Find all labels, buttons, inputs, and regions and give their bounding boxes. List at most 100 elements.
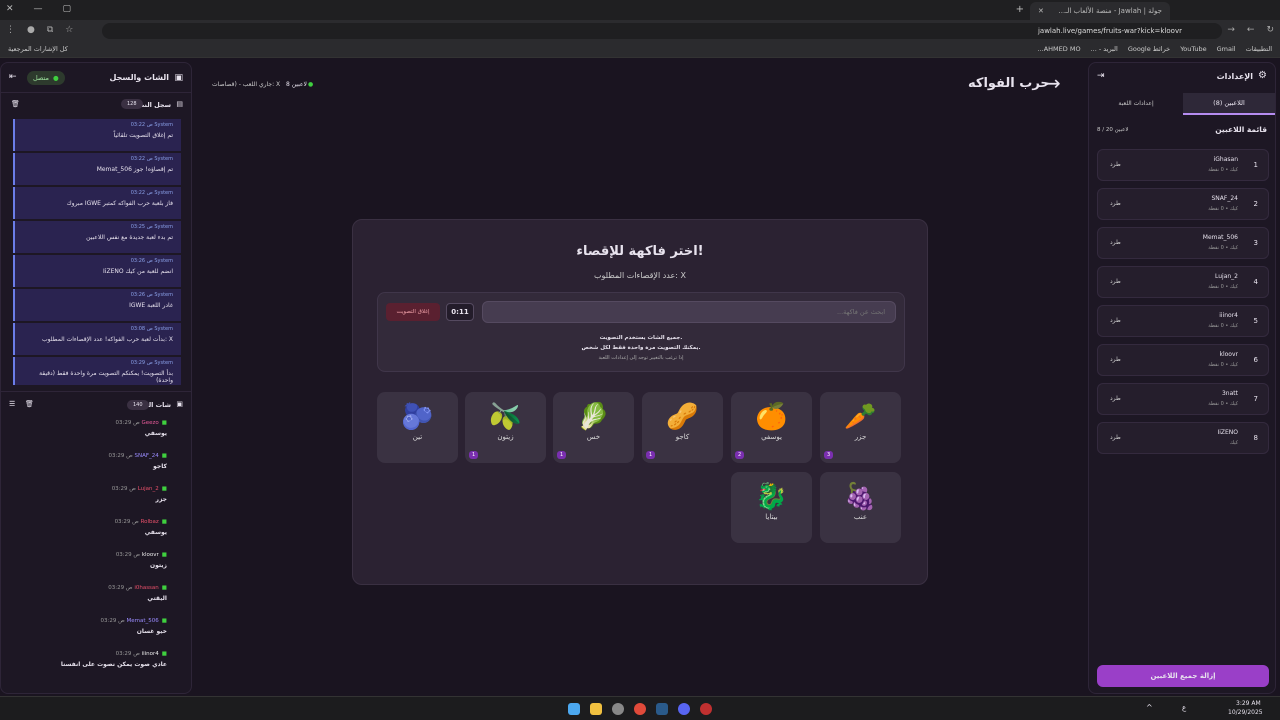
vote-note-2: يمكنك التصويت مرة واحدة فقط لكل شخص.	[581, 345, 701, 351]
bookmark-item[interactable]: Gmail	[1217, 45, 1236, 53]
reload-icon[interactable]: ↻	[1266, 25, 1274, 35]
windows-start-icon[interactable]	[568, 703, 580, 715]
kick-player-button[interactable]: طرد	[1110, 434, 1121, 441]
fruit-card[interactable]: 🫒 زيتون 1	[465, 392, 546, 463]
tab-close-icon[interactable]: ✕	[1038, 7, 1044, 15]
kick-player-button[interactable]: طرد	[1110, 239, 1121, 246]
discord-icon[interactable]	[678, 703, 690, 715]
kick-player-button[interactable]: طرد	[1110, 278, 1121, 285]
bookmark-item[interactable]: البريد - ...	[1091, 45, 1118, 53]
fruit-card[interactable]: 🥜 كاجو 1	[642, 392, 723, 463]
game-status: جاري اللعب - (قصاصات: X	[212, 81, 281, 88]
close-vote-button[interactable]: إغلاق التصويت	[386, 303, 440, 321]
trash-icon[interactable]: 🗑	[25, 400, 34, 408]
tab-players[interactable]: اللاعبين (8)	[1183, 93, 1275, 115]
tray-chevron-icon[interactable]: ^	[1146, 703, 1153, 712]
app-icon[interactable]	[700, 703, 712, 715]
kick-player-button[interactable]: طرد	[1110, 395, 1121, 402]
sidebar-toggle-icon[interactable]: ⇥	[1097, 71, 1105, 81]
vote-count-badge: 3	[824, 451, 834, 459]
forward-icon[interactable]: ←	[1247, 25, 1255, 35]
fruit-icon: 🍇	[844, 482, 877, 512]
fruit-label: بيتايا	[765, 513, 778, 521]
restore-icon[interactable]: ▢	[63, 4, 72, 14]
extensions-icon[interactable]: ⧉	[47, 25, 53, 35]
log-icon: ▤	[176, 100, 183, 108]
all-bookmarks[interactable]: كل الإشارات المرجعية	[8, 45, 68, 53]
kick-player-button[interactable]: طرد	[1110, 200, 1121, 207]
menu-icon[interactable]: ⋮	[6, 25, 15, 35]
address-bar[interactable]: jawlah.live/games/fruits-war?kick=kloovr	[102, 23, 1222, 39]
kick-icon: ■	[161, 651, 167, 657]
chat-icon: ▣	[174, 73, 183, 83]
kick-icon: ■	[161, 552, 167, 558]
remove-all-players-button[interactable]: إزالة جميع اللاعبين	[1097, 665, 1269, 687]
fruit-card[interactable]: 🍊 يوسفي 2	[731, 392, 812, 463]
bookmark-item[interactable]: AHMED MO...	[1038, 45, 1081, 53]
minimize-icon[interactable]: —	[34, 4, 43, 14]
browser-tab[interactable]: جولة | Jawlah - منصة الألعاب الـ... ✕	[1030, 2, 1170, 20]
kick-icon: ■	[161, 585, 167, 591]
chat-message: 03:29 ص kloovr ■ زيتون	[0, 549, 179, 582]
player-row: 8 IiZENO كيك طرد	[1097, 422, 1269, 454]
collapse-icon[interactable]: ⇤	[9, 72, 17, 82]
log-meta: 03:08 ص System	[130, 326, 173, 332]
fruit-card[interactable]: 🍇 عنب	[820, 472, 901, 543]
fruit-icon: 🥬	[577, 402, 610, 432]
fruit-icon: 🫒	[489, 402, 522, 432]
fruit-card[interactable]: 🫐 تين	[377, 392, 458, 463]
steam-icon[interactable]	[656, 703, 668, 715]
bookmark-item[interactable]: YouTube	[1180, 45, 1206, 53]
tab-game-settings[interactable]: إعدادات اللعبة	[1089, 93, 1183, 115]
chrome-icon[interactable]	[634, 703, 646, 715]
log-meta: 03:25 ص System	[130, 224, 173, 230]
fruit-search-input[interactable]	[482, 301, 896, 323]
kick-player-button[interactable]: طرد	[1110, 161, 1121, 168]
kick-player-button[interactable]: طرد	[1110, 356, 1121, 363]
vote-count-badge: 1	[557, 451, 567, 459]
close-window-icon[interactable]: ✕	[6, 4, 14, 14]
star-icon[interactable]: ☆	[65, 25, 73, 35]
live-chat: 03:29 ص Geezo ■ يوسفي 03:29 ص SNAF_24 ■ كاجو 0…	[1, 417, 191, 681]
vote-count-badge: 2	[735, 451, 745, 459]
browser-tabstrip: ✕ — ▢ + جولة | Jawlah - منصة الألعاب الـ..…	[0, 0, 1280, 20]
log-header: سجل النظام ▤ 128 🗑	[1, 93, 191, 117]
chat-username: iiinor4	[141, 651, 159, 657]
fruit-label: تين	[412, 433, 423, 441]
log-meta: 03:26 ص System	[130, 292, 173, 298]
fruit-card[interactable]: 🥕 جزر 3	[820, 392, 901, 463]
new-tab-button[interactable]: +	[1016, 4, 1024, 15]
chat-text: زيتون	[149, 562, 167, 569]
back-icon[interactable]: →	[1227, 25, 1235, 35]
fruit-label: عنب	[853, 513, 868, 521]
chat-count: 140	[127, 400, 149, 410]
vote-subtitle: عدد الإقصاءات المطلوب: X	[594, 271, 686, 280]
player-meta: كيك • 0 نقطة	[1208, 284, 1238, 290]
log-entry: 03:29 ص System بدأ التصويت! يمكنكم التصوي…	[13, 357, 181, 385]
log-entry: 03:22 ص System Memat_506 تم إقصاؤه! جوز	[13, 153, 181, 185]
bookmark-item[interactable]: التطبيقات	[1246, 45, 1272, 53]
fruit-card[interactable]: 🥬 خس 1	[553, 392, 634, 463]
chat-username: SNAF_24	[134, 453, 159, 459]
filter-icon[interactable]: ☰	[9, 400, 15, 408]
chat-text: جزر	[155, 496, 167, 503]
vote-heading: اختر فاكهة للإقصاء!	[576, 244, 704, 259]
language-indicator[interactable]: ع	[1182, 704, 1186, 712]
chat-message: 03:29 ص Rolbaz ■ يوسفي	[0, 516, 179, 549]
player-meta: كيك • 0 نقطة	[1208, 167, 1238, 173]
player-meta: كيك • 0 نقطة	[1208, 362, 1238, 368]
profile-icon[interactable]: ●	[27, 25, 35, 35]
kick-player-button[interactable]: طرد	[1110, 317, 1121, 324]
fruit-card[interactable]: 🐉 بيتايا	[731, 472, 812, 543]
player-rank: 8	[1253, 434, 1258, 442]
vote-count-badge: 1	[646, 451, 656, 459]
window-controls: ✕ — ▢	[6, 4, 71, 14]
settings-app-icon[interactable]	[612, 703, 624, 715]
bookmark-item[interactable]: خرائط Google	[1128, 45, 1170, 53]
file-explorer-icon[interactable]	[590, 703, 602, 715]
vote-note-3: إذا ترغب بالتغيير توجه إلى إعدادات اللعب…	[598, 355, 684, 361]
vote-timer: 0:11	[446, 303, 474, 321]
trash-icon[interactable]: 🗑	[11, 100, 20, 108]
chat-username: Lujan_2	[137, 486, 159, 492]
log-text: IiZENO انضم للعبة من كيك	[103, 268, 173, 275]
